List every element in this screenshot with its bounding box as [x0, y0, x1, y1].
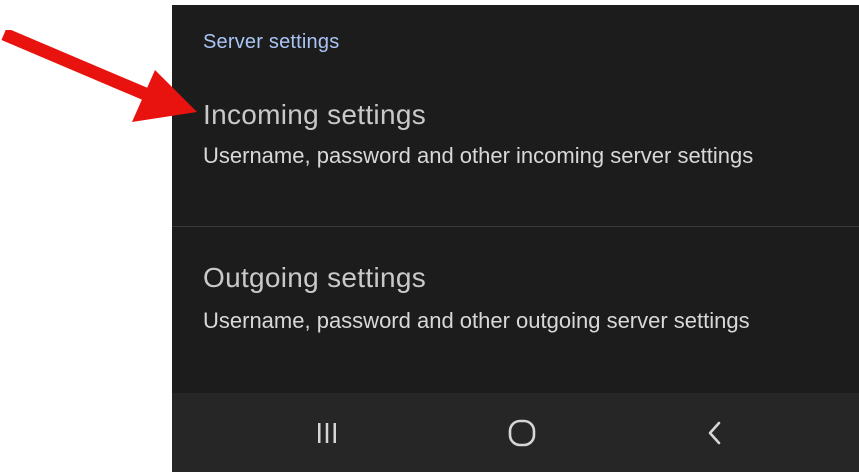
navigation-bar — [172, 393, 859, 472]
divider — [172, 226, 859, 227]
settings-screen: Server settings Incoming settings Userna… — [172, 5, 859, 472]
setting-title: Incoming settings — [203, 99, 426, 130]
red-arrow-annotation-icon — [1, 30, 197, 122]
setting-description: Username, password and other outgoing se… — [203, 308, 750, 333]
recent-apps-icon — [318, 422, 336, 443]
setting-item-incoming[interactable]: Incoming settings Username, password and… — [172, 93, 859, 225]
setting-description: Username, password and other incoming se… — [203, 143, 754, 168]
home-icon — [508, 419, 536, 446]
home-button[interactable] — [462, 393, 582, 472]
back-icon — [708, 421, 721, 444]
recent-apps-button[interactable] — [267, 393, 387, 472]
screenshot-canvas: Server settings Incoming settings Userna… — [0, 0, 859, 472]
setting-item-outgoing[interactable]: Outgoing settings Username, password and… — [172, 228, 859, 393]
section-header-server-settings: Server settings — [203, 31, 340, 53]
setting-title: Outgoing settings — [203, 262, 427, 293]
back-button[interactable] — [655, 393, 775, 472]
